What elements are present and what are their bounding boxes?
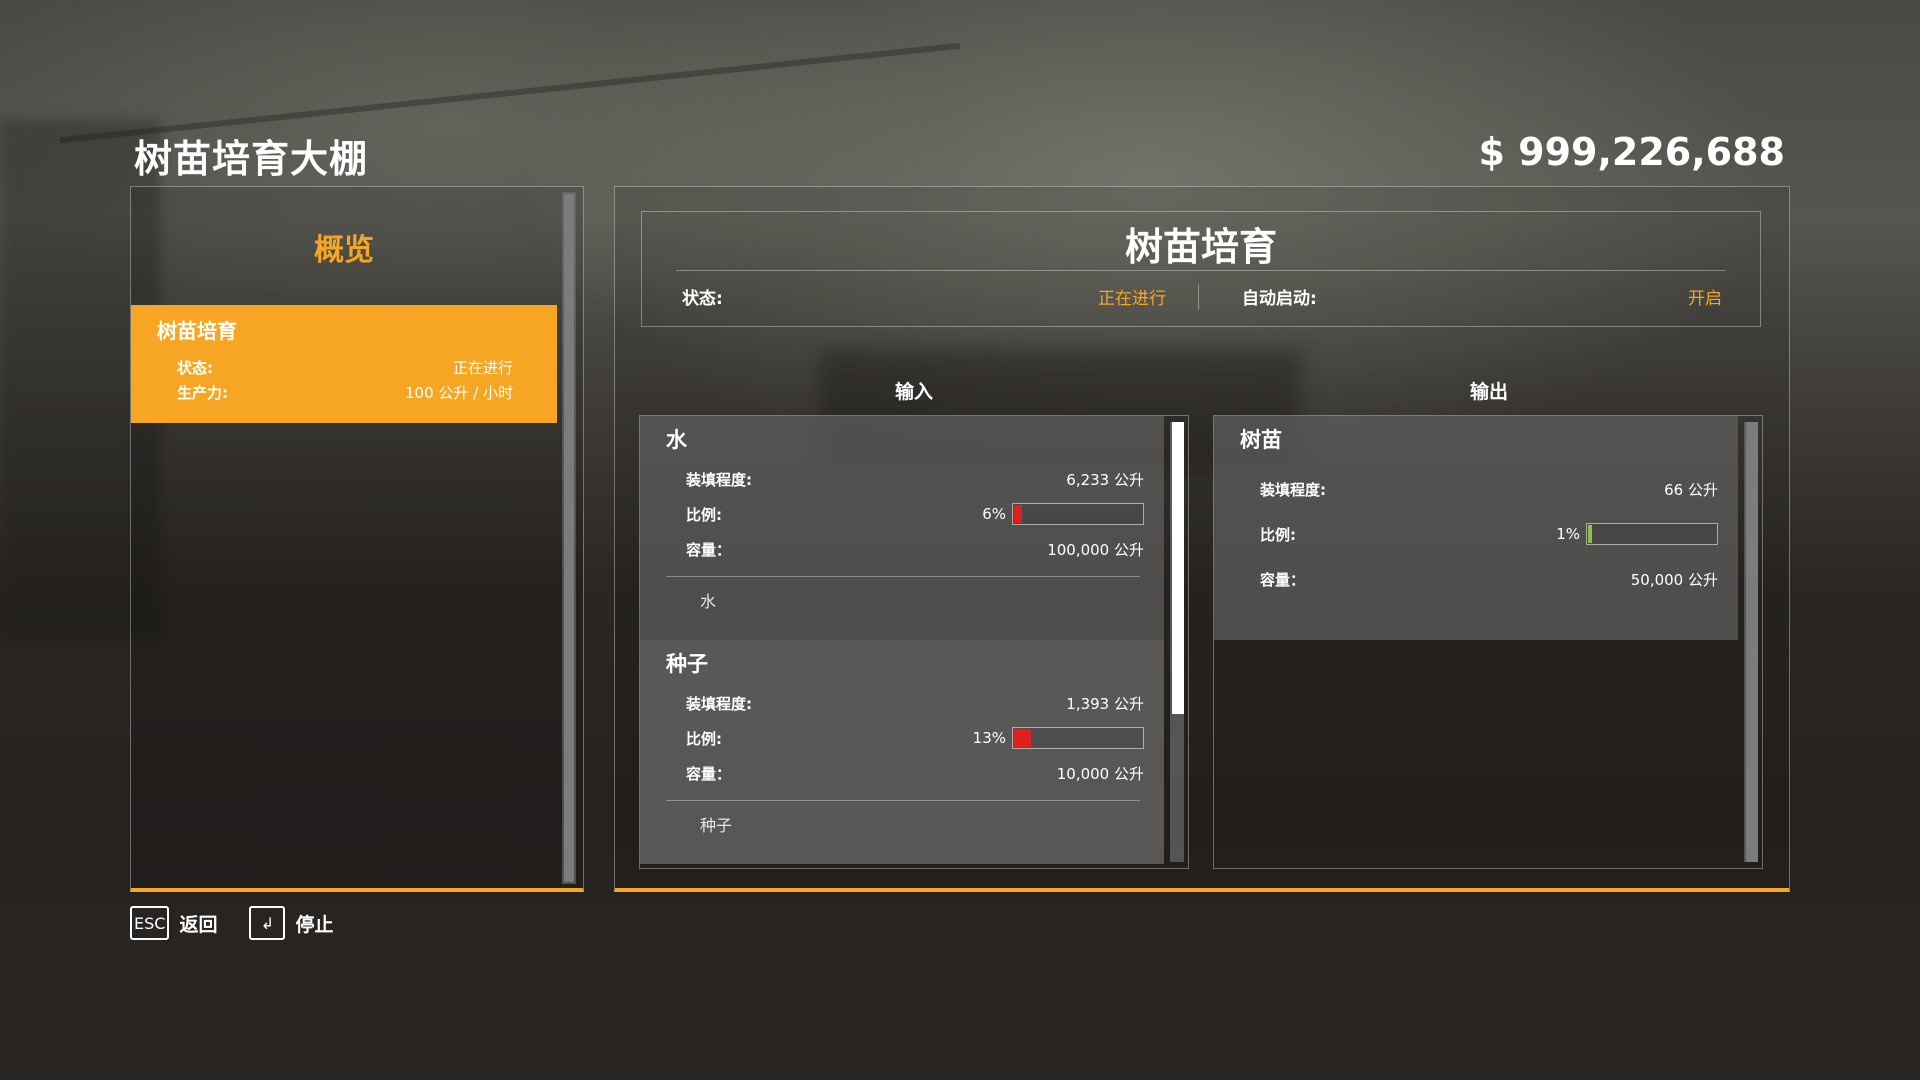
inputs-scrollbar-thumb[interactable] <box>1172 422 1184 714</box>
output-card-saplings: 树苗 装填程度: 66 公升 比例: 1% 容量： 50,000 公升 <box>1214 416 1738 640</box>
ratio-row: 比例: 13% <box>686 727 1144 749</box>
autostart-value[interactable]: 开启 <box>1688 284 1722 309</box>
production-title: 树苗培育 <box>1124 225 1277 269</box>
ratio-value: 13% <box>972 729 1006 747</box>
production-header: 树苗培育 状态: 正在进行 自动启动: 开启 <box>641 211 1761 327</box>
capacity-value: 50,000 公升 <box>1630 570 1718 589</box>
input-card-water: 水 装填程度: 6,233 公升 比例: 6% 容量： 100,000 公升 水 <box>640 416 1164 640</box>
fill-label: 装填程度: <box>686 694 752 713</box>
input-name: 水 <box>666 428 687 452</box>
status-label: 状态: <box>177 359 213 377</box>
ratio-label: 比例: <box>686 729 722 748</box>
ratio-row: 比例: 1% <box>1260 523 1718 545</box>
ratio-bar <box>1586 523 1718 545</box>
ratio-value: 6% <box>982 505 1006 523</box>
stop-label: 停止 <box>295 913 334 936</box>
fill-row: 装填程度: 1,393 公升 <box>686 692 1144 714</box>
overview-heading[interactable]: 概览 <box>131 187 557 307</box>
card-divider <box>666 576 1140 577</box>
fill-row: 装填程度: 66 公升 <box>1260 478 1718 500</box>
footer-controls: ESC 返回 ↲ 停止 <box>130 906 333 940</box>
production-list-item[interactable]: 树苗培育 状态: 正在进行 生产力: 100 公升 / 小时 <box>131 305 557 423</box>
production-item-name: 树苗培育 <box>157 319 237 343</box>
page-title: 树苗培育大棚 <box>134 137 369 181</box>
overview-scrollbar[interactable] <box>562 192 576 884</box>
fill-label: 装填程度: <box>686 470 752 489</box>
money-display: $ 999,226,688 <box>1478 130 1785 174</box>
production-detail-panel: 树苗培育 状态: 正在进行 自动启动: 开启 输入 输出 水 装填程度: 6,2… <box>614 186 1790 892</box>
outputs-scrollbar[interactable] <box>1744 422 1758 862</box>
production-item-status-row: 状态: 正在进行 <box>177 357 513 379</box>
productivity-label: 生产力: <box>177 384 228 402</box>
enter-key-icon: ↲ <box>249 906 286 940</box>
status-value: 正在进行 <box>452 359 513 377</box>
ratio-bar <box>1012 727 1144 749</box>
esc-key-icon: ESC <box>130 906 170 940</box>
back-button[interactable]: ESC 返回 <box>130 906 217 940</box>
ratio-value: 1% <box>1556 525 1580 543</box>
capacity-value: 10,000 公升 <box>1056 764 1144 783</box>
fill-value: 6,233 公升 <box>1066 470 1144 489</box>
capacity-label: 容量： <box>686 540 732 559</box>
ratio-bar-fill <box>1014 505 1022 523</box>
production-status-value: 正在进行 <box>1098 289 1166 309</box>
ratio-bar <box>1012 503 1144 525</box>
overview-panel: 概览 树苗培育 状态: 正在进行 生产力: 100 公升 / 小时 <box>130 186 584 892</box>
fill-type-label: 水 <box>700 592 717 611</box>
overview-scrollbar-thumb[interactable] <box>564 194 574 882</box>
production-item-productivity-row: 生产力: 100 公升 / 小时 <box>177 382 513 404</box>
ratio-label: 比例: <box>686 505 722 524</box>
outputs-scrollbar-thumb[interactable] <box>1746 422 1758 862</box>
capacity-row: 容量： 10,000 公升 <box>686 762 1144 784</box>
inputs-list: 水 装填程度: 6,233 公升 比例: 6% 容量： 100,000 公升 水 <box>639 415 1189 869</box>
ratio-bar-fill <box>1588 525 1592 543</box>
capacity-value: 100,000 公升 <box>1047 540 1144 559</box>
back-label: 返回 <box>179 913 218 936</box>
capacity-row: 容量： 50,000 公升 <box>1260 568 1718 590</box>
fill-value: 66 公升 <box>1664 480 1718 499</box>
outputs-label: 输出 <box>1470 381 1509 403</box>
autostart-label: 自动启动: <box>1242 289 1317 309</box>
inputs-scrollbar[interactable] <box>1170 422 1184 862</box>
fill-value: 1,393 公升 <box>1066 694 1144 713</box>
output-name: 树苗 <box>1240 428 1282 452</box>
header-vertical-divider <box>1198 284 1199 310</box>
outputs-list: 树苗 装填程度: 66 公升 比例: 1% 容量： 50,000 公升 <box>1213 415 1763 869</box>
header-divider <box>676 270 1726 271</box>
ratio-bar-fill <box>1014 729 1031 747</box>
inputs-label: 输入 <box>895 381 934 403</box>
capacity-row: 容量： 100,000 公升 <box>686 538 1144 560</box>
ratio-row: 比例: 6% <box>686 503 1144 525</box>
stop-button[interactable]: ↲ 停止 <box>249 906 333 940</box>
input-card-seeds: 种子 装填程度: 1,393 公升 比例: 13% 容量： 10,000 公升 … <box>640 640 1164 864</box>
ratio-label: 比例: <box>1260 525 1296 544</box>
capacity-label: 容量： <box>686 764 732 783</box>
fill-type-label: 种子 <box>700 816 733 835</box>
productivity-value: 100 公升 / 小时 <box>405 384 513 402</box>
capacity-label: 容量： <box>1260 570 1306 589</box>
production-status-label: 状态: <box>682 289 723 309</box>
fill-row: 装填程度: 6,233 公升 <box>686 468 1144 490</box>
input-name: 种子 <box>666 652 708 676</box>
fill-label: 装填程度: <box>1260 480 1326 499</box>
card-divider <box>666 800 1140 801</box>
